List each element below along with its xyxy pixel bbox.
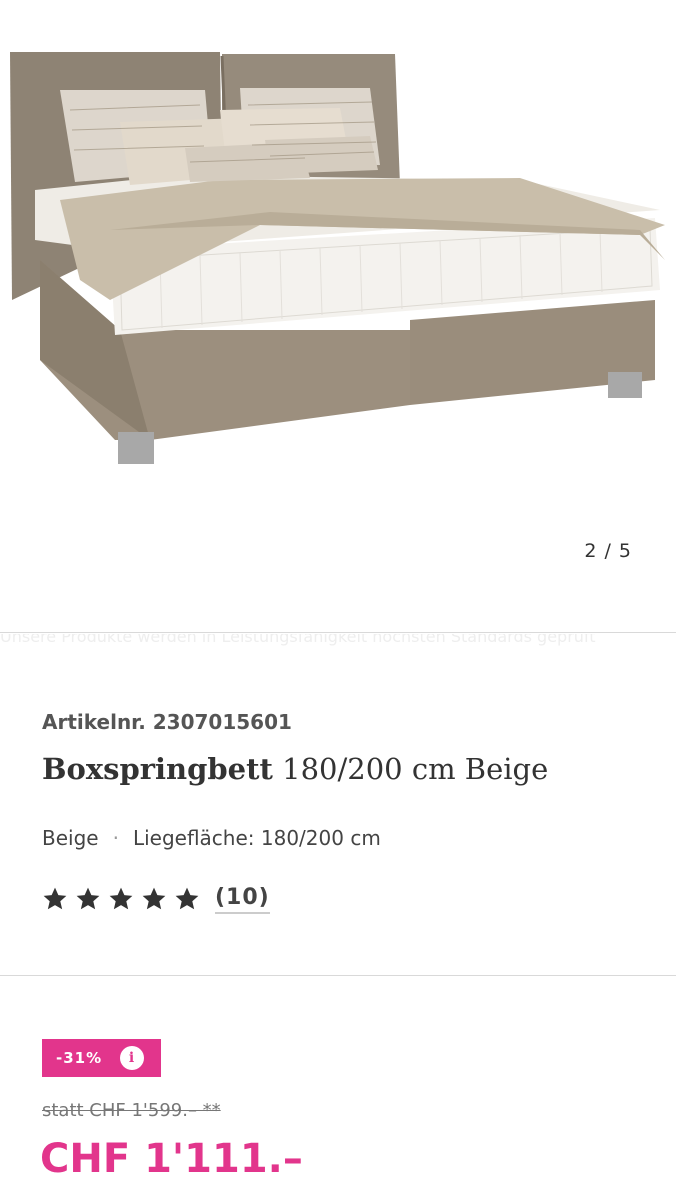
product-title-bold: Boxspringbett [42, 752, 273, 786]
star-icon [76, 887, 100, 910]
star-icon [142, 887, 166, 910]
article-number: Artikelnr. 2307015601 [42, 710, 292, 734]
current-price: CHF 1'111.– [40, 1136, 303, 1182]
info-icon[interactable]: i [120, 1046, 144, 1070]
discount-label: -31% [56, 1049, 103, 1067]
variant-size: Liegefläche: 180/200 cm [132, 826, 381, 850]
variant-separator: · [112, 826, 119, 850]
gallery-counter: 2 / 5 [584, 540, 632, 562]
star-icon [109, 887, 133, 910]
product-title-rest: 180/200 cm Beige [272, 752, 549, 786]
product-image-gallery[interactable]: 2 / 5 [0, 0, 676, 632]
product-title: Boxspringbett 180/200 cm Beige [42, 752, 548, 786]
rating[interactable]: (10) [42, 882, 270, 916]
star-icon [43, 887, 67, 910]
variant-summary[interactable]: Beige · Liegefläche: 180/200 cm [42, 826, 381, 850]
gallery-divider [0, 632, 676, 633]
old-price: statt CHF 1'599.– ** [42, 1100, 221, 1121]
section-divider [0, 975, 676, 976]
product-image [10, 52, 665, 464]
star-icon [175, 887, 199, 910]
review-count-link[interactable]: (10) [215, 885, 270, 914]
discount-badge[interactable]: -31% i [42, 1039, 161, 1077]
variant-color: Beige [42, 826, 99, 850]
faded-banner-text: Unsere Produkte werden in Leistungsfähig… [0, 634, 596, 646]
